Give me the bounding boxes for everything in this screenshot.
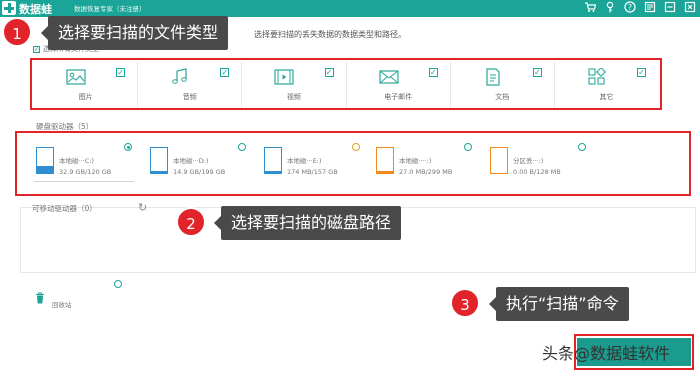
key-icon[interactable]	[604, 1, 616, 15]
step-badge-1: 1	[2, 17, 32, 47]
minimize-icon[interactable]	[664, 1, 676, 15]
file-types-highlight	[30, 58, 662, 110]
trash-icon	[36, 292, 44, 304]
select-all-checkbox[interactable]: ✓	[33, 45, 40, 53]
title-bar: 数据蛙 数据恢复专家（未注册） ?	[0, 0, 700, 17]
cart-icon[interactable]	[584, 1, 597, 15]
drives-highlight	[15, 131, 691, 196]
svg-text:?: ?	[628, 3, 632, 12]
refresh-icon[interactable]: ↻	[138, 202, 150, 214]
app-name: 数据蛙	[19, 3, 52, 16]
watermark: 头条@数据蛙软件	[542, 344, 671, 363]
help-icon[interactable]: ?	[624, 1, 636, 15]
close-icon[interactable]	[684, 1, 696, 15]
step-callout-3: 执行“扫描”命令	[489, 287, 629, 321]
removable-section-label: 可移动驱动器（0）	[32, 204, 97, 213]
recycle-bin-radio[interactable]	[114, 280, 122, 288]
app-subtitle: 数据恢复专家（未注册）	[74, 5, 146, 13]
step-badge-3: 3	[450, 288, 480, 318]
step-badge-2: 2	[176, 207, 206, 237]
feedback-icon[interactable]	[644, 1, 656, 15]
step-callout-1: 选择要扫描的文件类型	[40, 16, 229, 50]
app-logo-icon	[2, 1, 16, 15]
step-callout-2: 选择要扫描的磁盘路径	[213, 206, 402, 240]
recycle-bin-label: 回收站	[52, 301, 72, 309]
page-subtitle: 选择要扫描的丢失数据的数据类型和路径。	[254, 30, 406, 39]
